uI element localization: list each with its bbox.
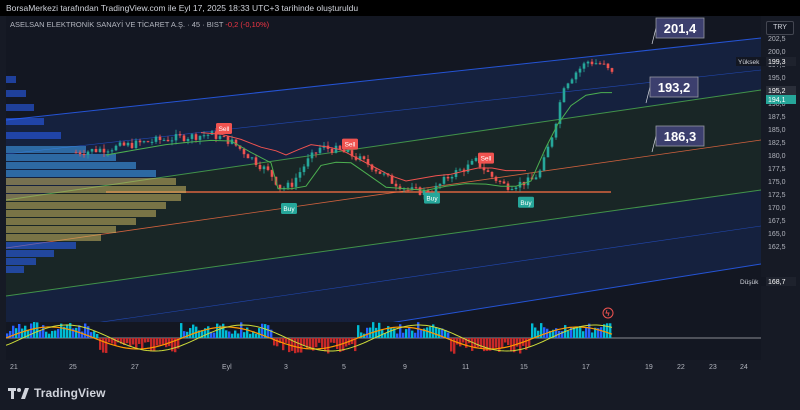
time-tick-label: 24 — [740, 364, 748, 371]
price-tick-label: 170,0 — [768, 205, 786, 212]
price-tick-label: 202,5 — [768, 36, 786, 43]
tradingview-logo[interactable]: TradingView — [8, 385, 106, 401]
time-tick-label: 21 — [10, 364, 18, 371]
high-label: Yüksek — [738, 59, 760, 66]
price-tick-label: 180,0 — [768, 153, 786, 160]
low-value: 168,7 — [768, 279, 786, 286]
callout-value: 186,3 — [664, 129, 697, 144]
callout-value: 201,4 — [664, 21, 697, 36]
time-tick-label: 3 — [284, 364, 288, 371]
time-tick-label: 27 — [131, 364, 139, 371]
high-value: 199,3 — [768, 59, 786, 66]
price-tick-label: 165,0 — [768, 231, 786, 238]
axes-overlay: 202,5200,0197,5195,0192,5190,0187,5185,0… — [10, 17, 796, 371]
time-tick-label: 15 — [520, 364, 528, 371]
price-tick-label: 162,5 — [768, 244, 786, 251]
time-tick-label: 23 — [709, 364, 717, 371]
time-tick-label: 22 — [677, 364, 685, 371]
price-tick-label: 195,0 — [768, 75, 786, 82]
time-tick-label: 17 — [582, 364, 590, 371]
price-tick-label: 187,5 — [768, 114, 786, 121]
tradingview-wordmark: TradingView — [34, 386, 106, 400]
time-tick-label: 25 — [69, 364, 77, 371]
time-tick-label: 19 — [645, 364, 653, 371]
channel-callout: 193,2 — [645, 76, 699, 104]
time-tick-label: Eyl — [222, 364, 232, 371]
price-tick-label: 177,5 — [768, 166, 786, 173]
callout-pointer — [651, 135, 657, 153]
low-label: Düşük — [740, 279, 759, 286]
channel-callout: 186,3 — [651, 125, 705, 153]
time-tick-label: 5 — [342, 364, 346, 371]
price-tick-label: 172,5 — [768, 192, 786, 199]
footer — [0, 380, 800, 410]
time-tick-label: 11 — [462, 364, 469, 371]
chart-frame: BorsaMerkezi tarafından TradingView.com … — [0, 0, 800, 410]
callout-value: 193,2 — [658, 80, 691, 95]
alert-icon-bolt — [605, 309, 610, 317]
time-tick-label: 9 — [403, 364, 407, 371]
price-tick-label: 167,5 — [768, 218, 786, 225]
last-price-2: 194,1 — [768, 97, 786, 104]
callout-pointer — [645, 86, 651, 104]
callout-pointer — [651, 27, 657, 45]
last-price: 195,2 — [768, 88, 786, 95]
price-tick-label: 175,0 — [768, 179, 786, 186]
price-tick-label: 200,0 — [768, 49, 786, 56]
price-tick-label: 185,0 — [768, 127, 786, 134]
channel-callout: 201,4 — [651, 17, 705, 45]
price-tick-label: 182,5 — [768, 140, 786, 147]
tradingview-logo-icon — [8, 388, 29, 399]
